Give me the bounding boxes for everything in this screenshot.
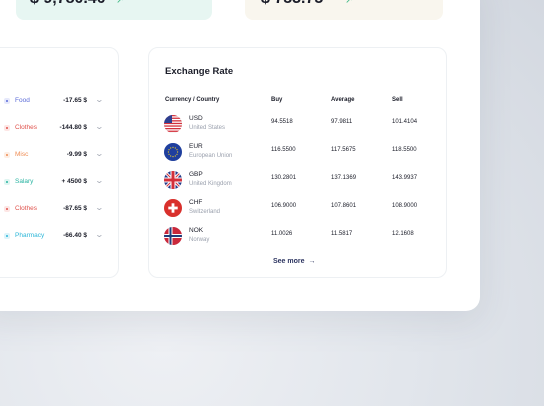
- transaction-amount: -87.65 $: [63, 205, 87, 212]
- average-rate: 97.9811: [331, 119, 353, 125]
- transaction-category: Food: [15, 97, 30, 104]
- chevron-down-icon[interactable]: ⌄: [95, 95, 104, 104]
- country-name: United States: [189, 125, 226, 131]
- transaction-amount: -9.99 $: [66, 151, 87, 158]
- sell-rate: 143.9937: [392, 175, 418, 181]
- category-icon: [4, 98, 10, 104]
- transaction-category: Misc: [15, 151, 29, 158]
- arrow-right-icon: →: [308, 258, 316, 265]
- buy-rate: 94.5518: [271, 119, 293, 125]
- balance-amount: $ 9,780.40: [30, 0, 106, 8]
- no-flag-icon: [164, 227, 182, 245]
- chevron-down-icon[interactable]: ⌄: [95, 176, 104, 185]
- exchange-row-nok: NOK Norway 11.0026 11.5817 12.1608: [149, 226, 446, 248]
- spending-card: $ 753.75 ↗: [245, 0, 443, 20]
- currency-code: USD: [189, 115, 203, 122]
- currency-code: NOK: [189, 227, 204, 234]
- transaction-amount: -144.80 $: [59, 124, 87, 131]
- chevron-down-icon[interactable]: ⌄: [95, 122, 104, 131]
- average-rate: 117.5675: [331, 147, 356, 153]
- average-rate: 11.5817: [331, 231, 353, 237]
- header-average: Average: [331, 97, 355, 103]
- currency-code: GBP: [189, 171, 203, 178]
- spending-amount: $ 753.75: [261, 0, 323, 8]
- exchange-row-gbp: GBP United Kingdom 130.2801 137.1369 143.993…: [149, 170, 446, 192]
- balance-card: $ 9,780.40 ↗: [16, 0, 212, 20]
- chevron-down-icon[interactable]: ⌄: [95, 203, 104, 212]
- sell-rate: 108.9000: [392, 203, 418, 209]
- header-currency: Currency / Country: [165, 97, 220, 103]
- exchange-row-usd: USD United States 94.5518 97.9811 101.4104: [149, 114, 446, 136]
- sell-rate: 12.1608: [392, 231, 414, 237]
- eu-flag-icon: [164, 143, 182, 161]
- buy-rate: 130.2801: [271, 175, 297, 181]
- ch-flag-icon: [164, 199, 182, 217]
- transaction-amount: -66.40 $: [63, 232, 87, 239]
- transaction-category: Pharmacy: [15, 232, 45, 239]
- transaction-row[interactable]: Clothes -144.80 $ ⌄: [1, 122, 123, 134]
- exchange-row-eur: EUR European Union 116.5500 117.5675 118.550…: [149, 142, 446, 164]
- sell-rate: 118.5500: [392, 147, 417, 153]
- exchange-rate-card: Exchange Rate Currency / Country Buy Ave…: [148, 47, 447, 278]
- currency-code: EUR: [189, 143, 203, 150]
- see-more-link[interactable]: See more →: [273, 258, 316, 265]
- transaction-amount: -17.65 $: [63, 97, 87, 104]
- country-name: European Union: [189, 153, 233, 159]
- transaction-row[interactable]: Misc -9.99 $ ⌄: [1, 149, 123, 161]
- category-icon: [4, 179, 10, 185]
- average-rate: 137.1369: [331, 175, 357, 181]
- country-name: United Kingdom: [189, 181, 232, 187]
- header-sell: Sell: [392, 97, 403, 103]
- transaction-row[interactable]: Food -17.65 $ ⌄: [1, 95, 123, 107]
- trend-up-icon: ↗: [345, 0, 354, 6]
- transaction-row[interactable]: Clothes -87.65 $ ⌄: [1, 203, 123, 215]
- transactions-card: Food -17.65 $ ⌄ Clothes -144.80 $ ⌄ Misc -9.99 …: [0, 47, 119, 278]
- transaction-row[interactable]: Salary + 4500 $ ⌄: [1, 176, 123, 188]
- category-icon: [4, 206, 10, 212]
- header-buy: Buy: [271, 97, 283, 103]
- buy-rate: 11.0026: [271, 231, 293, 237]
- exchange-rate-title: Exchange Rate: [165, 66, 234, 77]
- buy-rate: 116.5500: [271, 147, 296, 153]
- category-icon: [4, 233, 10, 239]
- transaction-row[interactable]: Pharmacy -66.40 $ ⌄: [1, 230, 123, 242]
- currency-code: CHF: [189, 199, 203, 206]
- sell-rate: 101.4104: [392, 119, 418, 125]
- category-icon: [4, 152, 10, 158]
- transaction-category: Salary: [15, 178, 34, 185]
- country-name: Switzerland: [189, 209, 221, 215]
- country-name: Norway: [189, 237, 210, 243]
- chevron-down-icon[interactable]: ⌄: [95, 230, 104, 239]
- buy-rate: 106.9000: [271, 203, 297, 209]
- gb-flag-icon: [164, 171, 182, 189]
- us-flag-icon: [164, 115, 182, 133]
- category-icon: [4, 125, 10, 131]
- see-more-label: See more: [273, 258, 305, 265]
- trend-up-icon: ↗: [116, 0, 125, 6]
- transaction-amount: + 4500 $: [61, 178, 87, 185]
- transaction-category: Clothes: [15, 205, 38, 212]
- exchange-row-chf: CHF Switzerland 106.9000 107.8601 108.9000: [149, 198, 446, 220]
- chevron-down-icon[interactable]: ⌄: [95, 149, 104, 158]
- average-rate: 107.8601: [331, 203, 357, 209]
- transaction-category: Clothes: [15, 124, 38, 131]
